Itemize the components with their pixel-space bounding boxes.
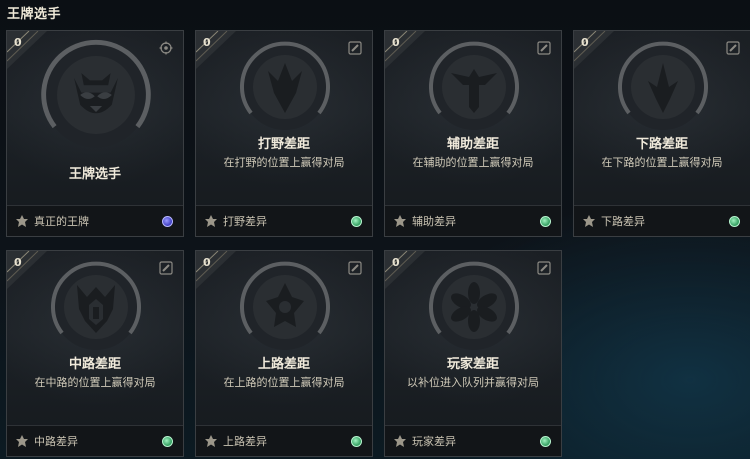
card-footer: 打野差异 <box>196 205 372 236</box>
progress-count: 0 <box>14 256 22 269</box>
card-title: 辅助差距 <box>446 137 499 152</box>
rank-crest-icon <box>582 214 596 228</box>
bottom-emblem-icon <box>618 41 708 130</box>
edit-icon[interactable] <box>537 41 551 55</box>
challenge-card[interactable]: 0 玩家差距 以补位进入队列并赢得对局 玩家差异 <box>384 250 562 457</box>
edit-icon[interactable] <box>537 261 551 275</box>
status-indicator <box>540 435 551 447</box>
status-indicator <box>351 435 362 447</box>
rank-crest-icon <box>204 434 218 448</box>
challenge-card[interactable]: 0 中路差距 在中路的位置上赢得对局 中路差异 <box>6 250 184 457</box>
top-emblem-icon <box>240 261 330 350</box>
fill-emblem-icon <box>429 261 519 350</box>
progress-count: 0 <box>392 36 400 49</box>
corner-ribbon <box>7 251 47 289</box>
progress-count: 0 <box>392 256 400 269</box>
corner-ribbon <box>574 31 614 69</box>
rank-crest-icon <box>15 434 29 448</box>
rank-crest-icon <box>204 214 218 228</box>
edit-icon[interactable] <box>348 41 362 55</box>
card-footer: 下路差异 <box>574 205 750 236</box>
rank-crest-icon <box>393 434 407 448</box>
footer-label: 下路差异 <box>601 215 645 228</box>
mid-emblem-icon <box>51 261 141 350</box>
card-title: 玩家差距 <box>446 357 499 372</box>
challenge-card[interactable]: 0 辅助差距 在辅助的位置上赢得对局 辅助差异 <box>384 30 562 237</box>
edit-icon[interactable] <box>348 261 362 275</box>
card-title: 下路差距 <box>635 137 688 152</box>
card-description: 以补位进入队列并赢得对局 <box>407 376 539 389</box>
progress-count: 0 <box>14 36 22 49</box>
progress-count: 0 <box>581 36 589 49</box>
card-title: 中路差距 <box>68 357 121 372</box>
card-description: 在上路的位置上赢得对局 <box>223 376 345 389</box>
footer-label: 中路差异 <box>34 435 78 448</box>
target-icon[interactable] <box>159 41 173 55</box>
page-title: 王牌选手 <box>7 7 62 22</box>
challenge-card[interactable]: 0 上路差距 在上路的位置上赢得对局 上路差异 <box>195 250 373 457</box>
challenge-card[interactable]: 0 下路差距 在下路的位置上赢得对局 下路差异 <box>573 30 750 237</box>
corner-ribbon <box>385 251 425 289</box>
corner-ribbon <box>196 251 236 289</box>
corner-ribbon <box>196 31 236 69</box>
challenge-card[interactable]: 0 王牌选手 真正的王牌 <box>6 30 184 237</box>
corner-ribbon <box>385 31 425 69</box>
status-indicator <box>162 215 173 227</box>
footer-label: 上路差异 <box>223 435 267 448</box>
challenge-card[interactable]: 0 打野差距 在打野的位置上赢得对局 打野差异 <box>195 30 373 237</box>
card-title: 王牌选手 <box>68 167 121 182</box>
card-description: 在中路的位置上赢得对局 <box>34 376 156 389</box>
card-footer: 上路差异 <box>196 425 372 456</box>
card-description: 在辅助的位置上赢得对局 <box>412 156 534 169</box>
footer-label: 辅助差异 <box>412 215 456 228</box>
footer-label: 打野差异 <box>223 215 267 228</box>
status-indicator <box>351 215 362 227</box>
edit-icon[interactable] <box>726 41 740 55</box>
footer-label: 玩家差异 <box>412 435 456 448</box>
status-indicator <box>162 435 173 447</box>
jungle-emblem-icon <box>240 41 330 130</box>
support-emblem-icon <box>429 41 519 130</box>
rank-crest-icon <box>15 214 29 228</box>
card-footer: 辅助差异 <box>385 205 561 236</box>
status-indicator <box>729 215 740 227</box>
card-title: 打野差距 <box>257 137 310 152</box>
card-footer: 玩家差异 <box>385 425 561 456</box>
card-title: 上路差距 <box>257 357 310 372</box>
card-footer: 中路差异 <box>7 425 183 456</box>
card-footer: 真正的王牌 <box>7 205 183 236</box>
card-description: 在打野的位置上赢得对局 <box>223 156 345 169</box>
progress-count: 0 <box>203 36 211 49</box>
raccoon-emblem-icon <box>41 39 151 148</box>
card-description: 在下路的位置上赢得对局 <box>601 156 723 169</box>
footer-label: 真正的王牌 <box>34 215 89 228</box>
progress-count: 0 <box>203 256 211 269</box>
rank-crest-icon <box>393 214 407 228</box>
edit-icon[interactable] <box>159 261 173 275</box>
status-indicator <box>540 215 551 227</box>
